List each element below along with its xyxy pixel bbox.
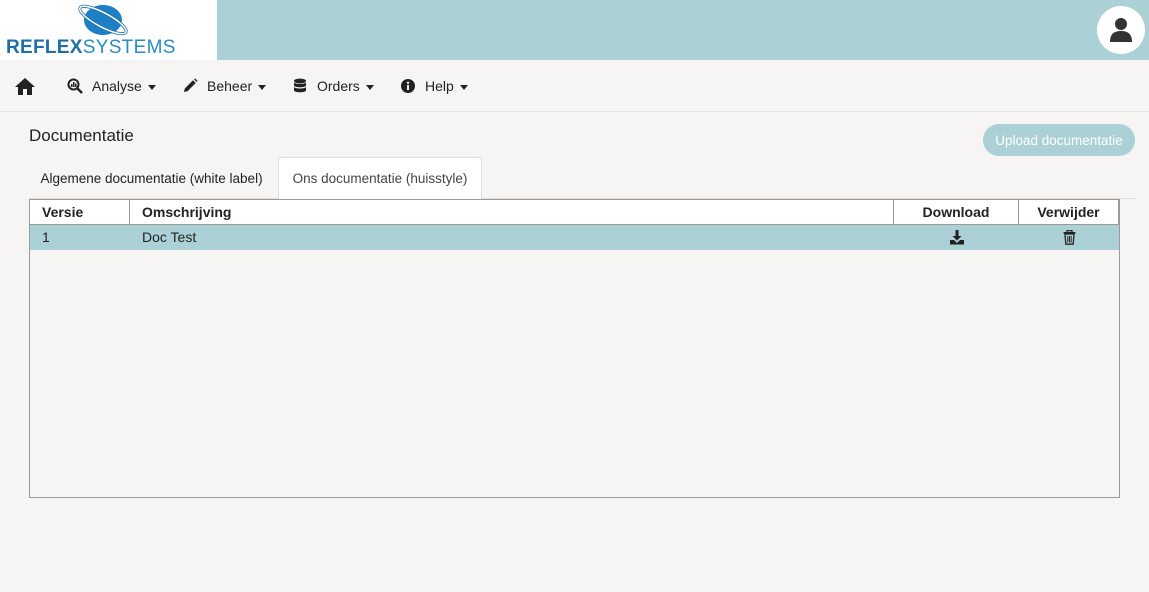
column-header-versie[interactable]: Versie xyxy=(30,200,130,224)
cell-versie: 1 xyxy=(42,229,50,245)
logo-text-systems: SYSTEMS xyxy=(82,37,176,58)
nav-analyse-label: Analyse xyxy=(92,78,142,94)
tab-algemene-documentatie[interactable]: Algemene documentatie (white label) xyxy=(29,157,274,199)
column-header-download[interactable]: Download xyxy=(894,200,1019,224)
nav-beheer-label: Beheer xyxy=(207,78,253,94)
trash-icon[interactable] xyxy=(1063,229,1076,245)
nav-help[interactable]: Help xyxy=(399,60,468,112)
nav-home[interactable] xyxy=(14,60,36,112)
logo-text-reflex: REFLEX xyxy=(6,37,83,58)
nav-beheer[interactable]: Beheer xyxy=(181,60,267,112)
column-header-verwijder[interactable]: Verwijder xyxy=(1019,200,1119,224)
upload-documentation-button[interactable]: Upload documentatie xyxy=(983,124,1135,156)
cell-omschrijving: Doc Test xyxy=(142,229,197,245)
database-icon xyxy=(291,77,309,95)
download-icon[interactable] xyxy=(949,229,965,245)
caret-down-icon xyxy=(258,84,267,90)
main-navigation: Analyse Beheer Orders Help xyxy=(0,60,1149,112)
logo-globe-icon xyxy=(78,4,128,36)
caret-down-icon xyxy=(459,84,468,90)
cell-download xyxy=(894,225,1019,249)
caret-down-icon xyxy=(365,84,374,90)
pencil-icon xyxy=(181,77,199,95)
nav-analyse[interactable]: Analyse xyxy=(66,60,156,112)
user-icon xyxy=(1110,18,1132,42)
chart-search-icon xyxy=(66,77,84,95)
tab-ons-documentatie[interactable]: Ons documentatie (huisstyle) xyxy=(278,157,482,199)
table-row[interactable]: 1 Doc Test xyxy=(30,225,1119,250)
page-title: Documentatie xyxy=(29,126,134,145)
nav-orders-label: Orders xyxy=(317,78,360,94)
table-header: Versie Omschrijving Download Verwijder xyxy=(30,200,1119,225)
nav-orders[interactable]: Orders xyxy=(291,60,374,112)
logo-wordmark: REFLEXSYSTEMS xyxy=(6,38,176,58)
nav-help-label: Help xyxy=(425,78,454,94)
column-header-omschrijving[interactable]: Omschrijving xyxy=(130,200,894,224)
user-menu-button[interactable] xyxy=(1097,6,1145,54)
cell-verwijder xyxy=(1019,225,1119,249)
top-bar: REFLEXSYSTEMS xyxy=(0,0,1149,60)
caret-down-icon xyxy=(147,84,156,90)
home-icon xyxy=(15,77,35,95)
info-circle-icon xyxy=(399,77,417,95)
documents-table: Versie Omschrijving Download Verwijder 1… xyxy=(29,199,1120,498)
company-logo[interactable]: REFLEXSYSTEMS xyxy=(0,0,217,60)
